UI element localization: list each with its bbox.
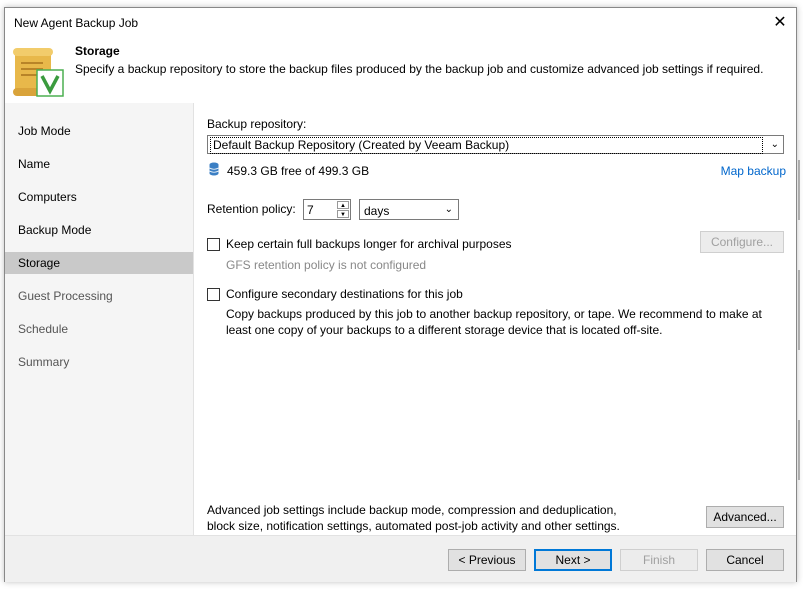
storage-settings-panel: Backup repository: Default Backup Reposi… (194, 103, 796, 535)
database-icon (209, 162, 219, 176)
secondary-description-line1: Copy backups produced by this job to ano… (226, 307, 762, 321)
sidebar-item-name[interactable]: Name (5, 153, 193, 175)
chevron-down-icon: ⌄ (444, 204, 453, 215)
previous-button[interactable]: < Previous (448, 549, 526, 571)
retention-unit-select[interactable]: days ⌄ (359, 199, 459, 220)
finish-button[interactable]: Finish (620, 549, 698, 571)
close-icon: ✕ (773, 14, 787, 31)
retention-policy-label: Retention policy: (207, 202, 296, 216)
spin-up-icon[interactable]: ▲ (337, 201, 349, 209)
retention-value-stepper[interactable]: 7 ▲ ▼ (303, 199, 351, 220)
storage-scroll-icon (13, 48, 64, 97)
wizard-footer: < Previous Next > Finish Cancel (5, 535, 796, 582)
secondary-checkbox-label: Configure secondary destinations for thi… (226, 287, 463, 301)
wizard-header: Storage Specify a backup repository to s… (5, 38, 796, 103)
sidebar-item-job-mode[interactable]: Job Mode (5, 120, 193, 142)
gfs-checkbox-label: Keep certain full backups longer for arc… (226, 237, 512, 251)
map-backup-link[interactable]: Map backup (721, 164, 786, 178)
sidebar-item-backup-mode[interactable]: Backup Mode (5, 219, 193, 241)
retention-value: 7 (307, 203, 314, 217)
sidebar-item-computers[interactable]: Computers (5, 186, 193, 208)
page-description: Specify a backup repository to store the… (75, 62, 764, 76)
secondary-description-line2: least one copy of your backups to a diff… (226, 323, 663, 337)
backup-repository-select[interactable]: Default Backup Repository (Created by Ve… (207, 135, 784, 154)
advanced-button[interactable]: Advanced... (706, 506, 784, 528)
page-title: Storage (75, 44, 120, 58)
window-title: New Agent Backup Job (14, 16, 139, 30)
free-space-text: 459.3 GB free of 499.3 GB (227, 164, 370, 178)
next-button[interactable]: Next > (534, 549, 612, 571)
background-page-fragment (798, 160, 800, 220)
chevron-down-icon: ⌄ (770, 139, 779, 150)
sidebar-item-summary[interactable]: Summary (5, 351, 193, 373)
sidebar-item-guest-processing[interactable]: Guest Processing (5, 285, 193, 307)
configure-button[interactable]: Configure... (700, 231, 784, 253)
new-agent-backup-job-dialog: New Agent Backup Job ✕ Storage Specify a… (4, 7, 797, 582)
cancel-button[interactable]: Cancel (706, 549, 784, 571)
close-button[interactable]: ✕ (768, 12, 792, 34)
repository-label: Backup repository: (207, 117, 307, 131)
advanced-description-line2: block size, notification settings, autom… (207, 519, 620, 533)
spin-down-icon[interactable]: ▼ (337, 210, 349, 218)
retention-unit-value: days (364, 204, 390, 218)
background-page-fragment (798, 270, 800, 350)
wizard-steps-sidebar: Job Mode Name Computers Backup Mode Stor… (5, 103, 194, 535)
gfs-status-text: GFS retention policy is not configured (226, 258, 427, 272)
gfs-retention-checkbox[interactable] (207, 238, 220, 251)
repository-selected-value: Default Backup Repository (Created by Ve… (210, 137, 763, 154)
title-bar: New Agent Backup Job ✕ (5, 8, 796, 38)
sidebar-item-schedule[interactable]: Schedule (5, 318, 193, 340)
advanced-description-line1: Advanced job settings include backup mod… (207, 503, 617, 517)
background-page-fragment (798, 420, 800, 480)
secondary-destinations-checkbox[interactable] (207, 288, 220, 301)
sidebar-item-storage[interactable]: Storage (5, 252, 193, 274)
